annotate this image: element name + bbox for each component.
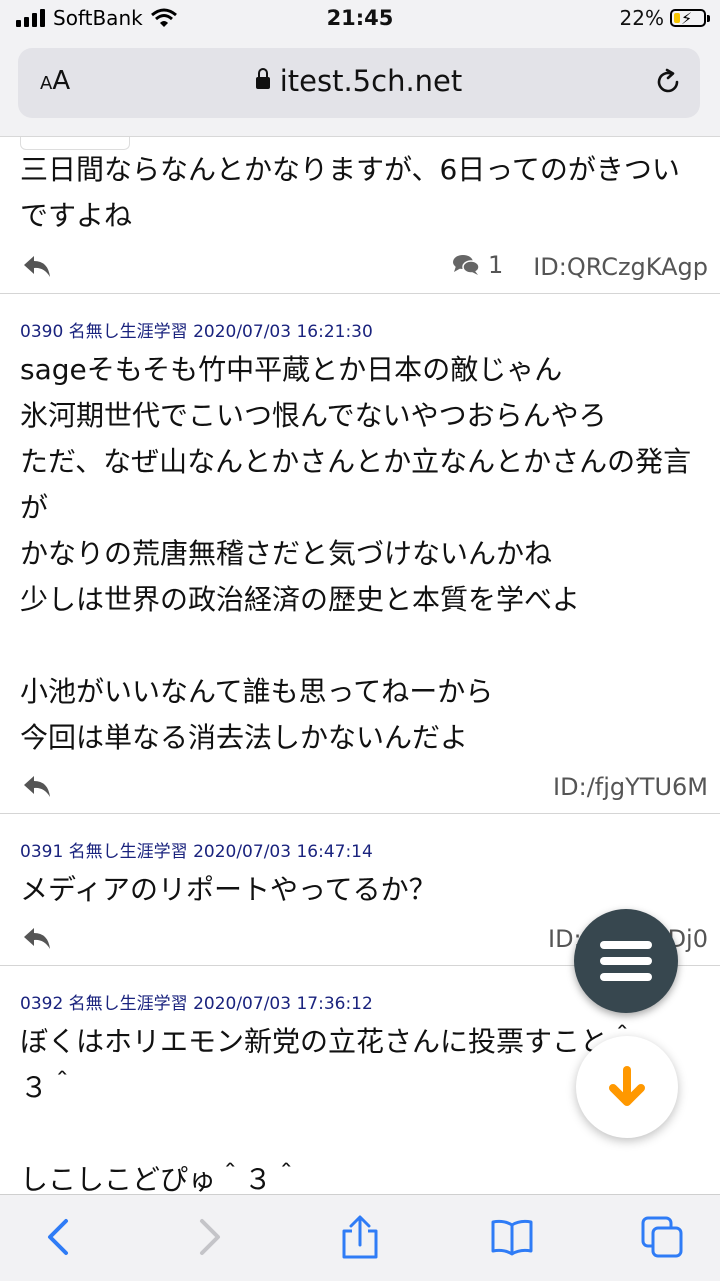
address-bar[interactable]: AA itest.5ch.net (18, 48, 700, 118)
post-meta[interactable]: 0391 名無し生涯学習 2020/07/03 16:47:14 (20, 837, 373, 862)
url-text: itest.5ch.net (279, 64, 463, 98)
reply-count-label: 1 (488, 251, 504, 279)
browser-toolbar (0, 1194, 720, 1281)
reply-count[interactable]: 1 (452, 251, 503, 279)
status-bar: SoftBank 21:45 22% ⚡ (0, 0, 720, 40)
post: 0390 名無し生涯学習 2020/07/03 16:21:30 sageそもそ… (0, 293, 720, 814)
menu-icon-bar (600, 957, 652, 965)
post-meta[interactable]: 0392 名無し生涯学習 2020/07/03 17:36:12 (20, 989, 373, 1014)
menu-icon (600, 941, 652, 949)
url-field[interactable]: itest.5ch.net (18, 64, 700, 98)
reply-icon[interactable] (22, 253, 52, 279)
menu-icon-bar (600, 973, 652, 981)
poster-id[interactable]: ID:/fjgYTU6M (553, 773, 708, 801)
share-icon[interactable] (338, 1215, 382, 1259)
status-right: 22% ⚡ (619, 6, 710, 30)
post-body: メディアのリポートやってるか？ (20, 873, 437, 906)
reply-icon[interactable] (22, 773, 52, 799)
bookmarks-icon[interactable] (490, 1215, 534, 1259)
browser-chrome: AA itest.5ch.net (0, 40, 720, 137)
arrow-down-icon (609, 1066, 645, 1106)
post-meta[interactable]: 0390 名無し生涯学習 2020/07/03 16:21:30 (20, 317, 373, 342)
post-body: 三日間ならなんとかなりますが、6日ってのがきついですよね (20, 153, 680, 232)
battery-percent: 22% (619, 6, 664, 30)
back-icon[interactable] (38, 1215, 82, 1259)
battery-charging-icon: ⚡ (670, 9, 710, 28)
forward-icon[interactable] (186, 1215, 230, 1259)
post-body: sageそもそも竹中平蔵とか日本の敵じゃん 氷河期世代でこいつ恨んでないやつおら… (20, 353, 692, 754)
clock: 21:45 (326, 6, 394, 30)
reload-icon[interactable] (654, 68, 682, 96)
battery-level (674, 13, 680, 23)
menu-button[interactable] (574, 909, 678, 1013)
tabs-icon[interactable] (640, 1215, 684, 1259)
scroll-down-button[interactable] (576, 1036, 678, 1138)
post: 三日間ならなんとかなりますが、6日ってのがきついですよね 1 ID:QRCzgK… (0, 137, 720, 294)
lock-icon (255, 68, 270, 89)
poster-id[interactable]: ID:QRCzgKAgp (533, 253, 708, 281)
comments-icon (453, 255, 480, 275)
reply-icon[interactable] (22, 925, 52, 951)
